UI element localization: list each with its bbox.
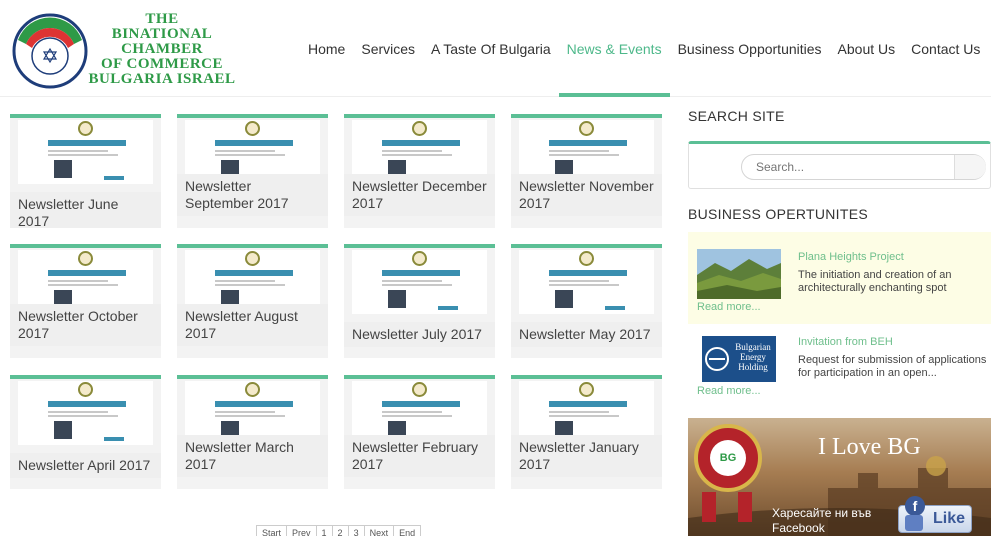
beh-logo-image[interactable]: Bulgarian Energy Holding	[702, 336, 776, 382]
search-site-heading: SEARCH SITE	[688, 108, 785, 124]
logo-line: THE	[145, 11, 179, 27]
nav-contact-us[interactable]: Contact Us	[903, 0, 988, 97]
search-input[interactable]	[741, 154, 986, 180]
newsletter-title[interactable]: Newsletter December 2017	[344, 174, 495, 216]
facebook-like-button[interactable]: f Like	[898, 496, 972, 533]
newsletter-card[interactable]: Newsletter June 2017	[10, 114, 161, 228]
rosette-ribbon	[702, 492, 716, 522]
pagination-next[interactable]: Next	[363, 525, 395, 536]
logo-line: BULGARIA ISRAEL	[88, 71, 236, 87]
newsletter-title[interactable]: Newsletter January 2017	[511, 435, 662, 477]
newsletter-title[interactable]: Newsletter February 2017	[344, 435, 495, 477]
i-love-bg-title: I Love BG	[818, 434, 921, 460]
main-nav: Home Services A Taste Of Bulgaria News &…	[300, 0, 991, 97]
business-item: Plana Heights Project The initiation and…	[688, 232, 991, 324]
site-header: THE BINATIONAL CHAMBER OF COMMERCE BULGA…	[0, 0, 991, 97]
newsletter-card[interactable]: Newsletter October 2017	[10, 244, 161, 358]
chamber-logo-seal[interactable]	[10, 10, 90, 92]
chamber-logo-text[interactable]: THE BINATIONAL CHAMBER OF COMMERCE BULGA…	[82, 12, 242, 87]
sidebar: SEARCH SITE BUSINESS OPERTUNITES Plana H…	[688, 108, 991, 536]
pagination-page[interactable]: 1	[315, 525, 333, 536]
nav-about-us[interactable]: About Us	[830, 0, 904, 97]
logo-line: OF COMMERCE	[100, 56, 223, 72]
newsletter-title[interactable]: Newsletter September 2017	[177, 174, 328, 216]
pagination-page[interactable]: 2	[331, 525, 349, 536]
newsletter-card[interactable]: Newsletter November 2017	[511, 114, 662, 228]
newsletter-title[interactable]: Newsletter November 2017	[511, 174, 662, 216]
like-label: Like	[933, 510, 966, 527]
newsletter-title[interactable]: Newsletter August 2017	[177, 304, 328, 346]
newsletter-thumbnail[interactable]	[352, 250, 487, 314]
newsletter-thumbnail[interactable]	[18, 381, 153, 445]
beh-logo-text: Bulgarian Energy Holding	[735, 342, 771, 372]
pagination-end[interactable]: End	[393, 525, 422, 536]
newsletter-card[interactable]: Newsletter May 2017	[511, 244, 662, 358]
read-more-link[interactable]: Read more...	[697, 385, 761, 397]
facebook-icon: f	[905, 496, 925, 516]
newsletter-thumbnail[interactable]	[18, 120, 153, 184]
newsletter-thumbnail[interactable]	[519, 250, 654, 314]
newsletter-card[interactable]: Newsletter December 2017	[344, 114, 495, 228]
nav-business-opportunities[interactable]: Business Opportunities	[670, 0, 830, 97]
pagination: Start Prev 1 2 3 Next End	[256, 525, 422, 536]
nav-services[interactable]: Services	[353, 0, 423, 97]
search-module	[688, 141, 991, 189]
newsletter-card[interactable]: Newsletter February 2017	[344, 375, 495, 489]
rosette-ribbon	[738, 492, 752, 522]
newsletter-card[interactable]: Newsletter September 2017	[177, 114, 328, 228]
nav-home[interactable]: Home	[300, 0, 353, 97]
newsletter-card[interactable]: Newsletter April 2017	[10, 375, 161, 489]
newsletter-title[interactable]: Newsletter October 2017	[10, 304, 161, 346]
read-more-link[interactable]: Read more...	[697, 301, 761, 313]
newsletter-card[interactable]: Newsletter January 2017	[511, 375, 662, 489]
business-item-description: Request for submission of applications f…	[798, 354, 987, 379]
newsletter-title[interactable]: Newsletter June 2017	[10, 192, 161, 228]
newsletter-card[interactable]: Newsletter March 2017	[177, 375, 328, 489]
search-submit-button[interactable]	[954, 155, 986, 179]
newsletter-title[interactable]: Newsletter July 2017	[344, 322, 495, 347]
pagination-start[interactable]: Start	[256, 525, 288, 536]
nav-taste-of-bulgaria[interactable]: A Taste Of Bulgaria	[423, 0, 559, 97]
newsletter-card[interactable]: Newsletter July 2017	[344, 244, 495, 358]
pagination-prev[interactable]: Prev	[286, 525, 317, 536]
logo-line: CHAMBER	[121, 41, 203, 57]
facebook-like-us-text: Харесайте ни във Facebook	[772, 506, 872, 535]
bg-badge-text: BG	[710, 440, 746, 476]
newsletter-card[interactable]: Newsletter August 2017	[177, 244, 328, 358]
newsletter-title[interactable]: Newsletter March 2017	[177, 435, 328, 477]
logo-line: BINATIONAL	[111, 26, 213, 42]
business-item-title[interactable]: Plana Heights Project	[798, 251, 904, 263]
business-item-description: The initiation and creation of an archit…	[798, 269, 952, 294]
i-love-bg-banner[interactable]: BG I Love BG Харесайте ни във Facebook f…	[688, 418, 991, 536]
thumbs-up-icon	[905, 515, 923, 531]
business-opportunities-heading: BUSINESS OPERTUNITES	[688, 206, 869, 222]
mountain-landscape-image[interactable]	[697, 249, 781, 299]
newsletter-title[interactable]: Newsletter April 2017	[10, 453, 161, 478]
business-item-title[interactable]: Invitation from BEH	[798, 336, 893, 348]
pagination-page[interactable]: 3	[347, 525, 365, 536]
nav-news-events[interactable]: News & Events	[558, 0, 670, 97]
bg-rosette-badge: BG	[694, 424, 762, 492]
newsletter-title[interactable]: Newsletter May 2017	[511, 322, 662, 347]
business-item: Bulgarian Energy Holding Invitation from…	[688, 324, 991, 412]
